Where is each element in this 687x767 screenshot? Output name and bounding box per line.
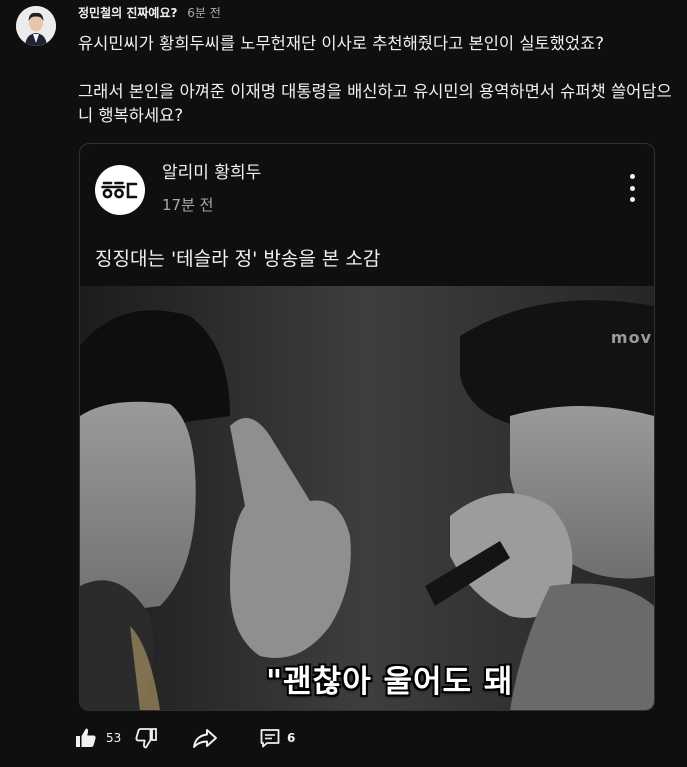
post-image[interactable]: mov "괜찮아 울어도 돼 xyxy=(80,286,654,710)
thumbs-up-icon xyxy=(76,728,96,747)
channel-logo-mark xyxy=(101,181,138,199)
comment-paragraph-2: 그래서 본인을 아껴준 이재명 대통령을 배신하고 유시민의 용역하면서 슈퍼챗… xyxy=(78,82,672,125)
comment-text: 유시민씨가 황희두씨를 노무헌재단 이사로 추천해줬다고 본인이 실토했었죠? … xyxy=(78,32,678,128)
more-vertical-icon-dot xyxy=(629,185,635,191)
share-button[interactable] xyxy=(192,724,218,752)
comment-header: 정민철의 진짜예요? 6분 전 xyxy=(78,4,221,21)
channel-logo[interactable] xyxy=(95,165,145,215)
reply-count: 6 xyxy=(287,731,296,745)
post-image-illustration xyxy=(80,286,654,710)
comment-paragraph-1: 유시민씨가 황희두씨를 노무헌재단 이사로 추천해줬다고 본인이 실토했었죠? xyxy=(78,34,604,53)
comment-timestamp[interactable]: 6분 전 xyxy=(187,6,221,20)
post-channel-name[interactable]: 알리미 황희두 xyxy=(162,158,261,183)
more-vertical-icon-dot xyxy=(629,197,635,202)
thumbs-down-icon xyxy=(135,728,157,749)
comment-action-bar: 53 6 xyxy=(74,724,374,752)
shared-post-card[interactable]: 알리미 황희두 17분 전 징징대는 '테슬라 정' 방송을 본 소감 mov … xyxy=(79,143,655,711)
image-watermark: mov xyxy=(610,328,652,347)
like-count: 53 xyxy=(106,731,122,745)
more-options-button[interactable] xyxy=(622,174,642,202)
avatar-image xyxy=(16,6,56,46)
dislike-button[interactable] xyxy=(134,724,158,752)
reply-button[interactable]: 6 xyxy=(259,724,295,752)
post-title: 징징대는 '테슬라 정' 방송을 본 소감 xyxy=(95,248,381,270)
like-button[interactable]: 53 xyxy=(74,724,121,752)
more-vertical-icon xyxy=(629,174,635,179)
image-subtitle: "괜찮아 울어도 돼 xyxy=(266,664,514,700)
avatar[interactable] xyxy=(16,6,56,46)
share-arrow-icon xyxy=(193,729,217,748)
post-time: 17분 전 xyxy=(162,196,214,214)
author-name[interactable]: 정민철의 진짜예요? xyxy=(78,6,177,20)
comment-bubble-icon xyxy=(260,729,280,748)
